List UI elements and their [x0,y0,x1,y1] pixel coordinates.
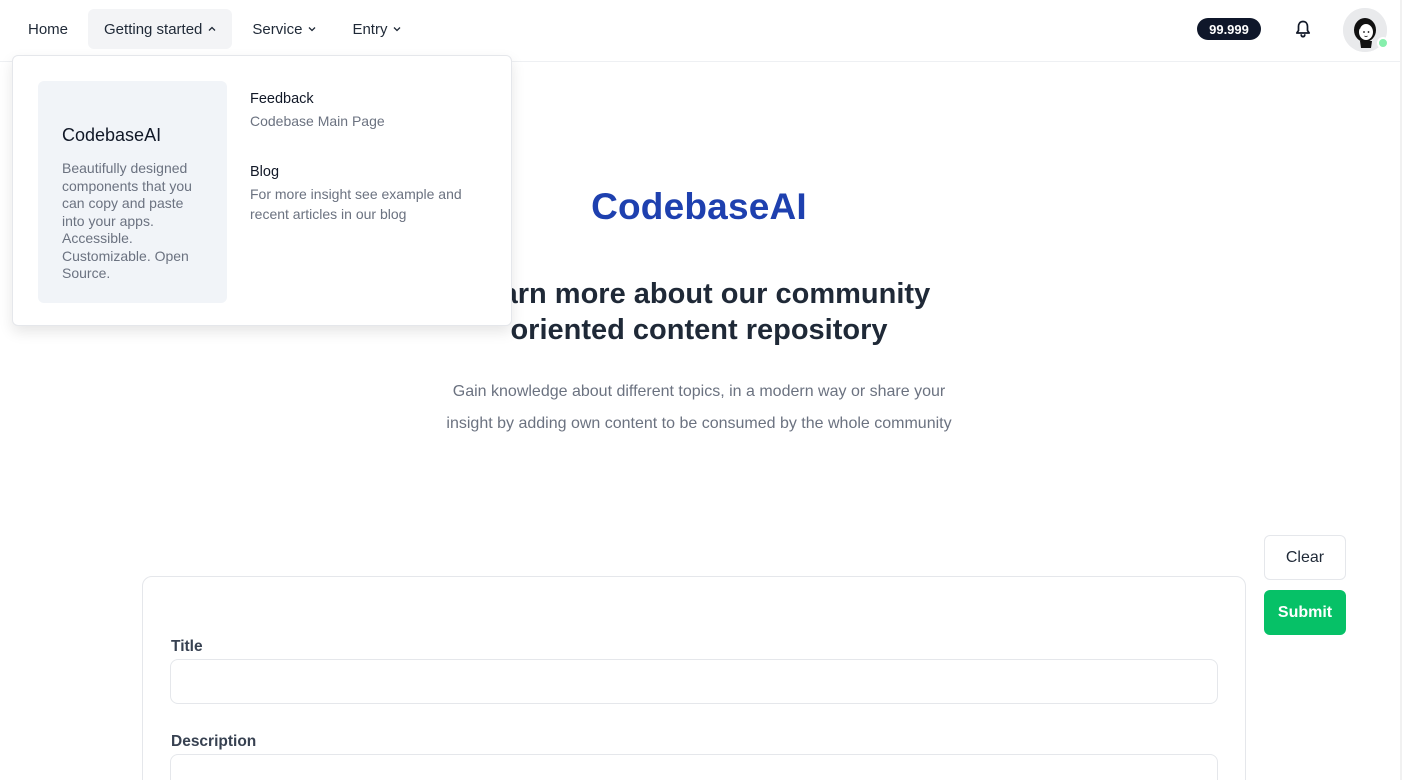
online-status-dot [1377,37,1389,49]
nav-getting-started-label: Getting started [104,20,203,38]
dropdown-link-description: For more insight see example and recent … [250,186,462,222]
dropdown-link-title: Feedback [250,91,314,107]
chevron-down-icon [393,25,401,33]
nav-service[interactable]: Service [236,9,332,49]
description-input[interactable] [170,754,1218,780]
title-input[interactable] [170,659,1218,704]
chevron-down-icon [308,25,316,33]
hero-subtitle: Gain knowledge about different topics, i… [0,376,1398,440]
dropdown-link-title: Blog [250,164,280,180]
content-form: Title Description [142,576,1246,780]
dropdown-feature-description: Beautifully designed components that you… [62,160,192,281]
points-badge: 99.999 [1197,18,1261,40]
hero-subtitle-line-1: Gain knowledge about different topics, i… [452,383,946,400]
getting-started-dropdown: CodebaseAI Beautifully designed componen… [12,55,512,326]
main-nav: Home Getting started Service Entry [12,9,417,49]
nav-home-label: Home [28,20,69,38]
nav-service-label: Service [252,20,303,38]
bell-icon[interactable] [1292,18,1314,40]
title-label: Title [171,638,203,655]
nav-getting-started[interactable]: Getting started [88,9,233,49]
dropdown-link-description: Codebase Main Page [250,113,385,129]
nav-home[interactable]: Home [12,9,84,49]
dropdown-feature-title: CodebaseAI [62,125,162,145]
dropdown-feature-card[interactable]: CodebaseAI Beautifully designed componen… [38,81,227,303]
dropdown-link-blog[interactable]: Blog For more insight see example and re… [250,163,490,224]
description-label: Description [171,733,257,750]
chevron-up-icon [208,25,216,33]
submit-button[interactable]: Submit [1264,590,1346,635]
nav-entry[interactable]: Entry [336,9,417,49]
hero-subtitle-line-2: insight by adding own content to be cons… [446,415,952,432]
clear-button[interactable]: Clear [1264,535,1346,580]
nav-entry-label: Entry [352,20,388,38]
dropdown-link-feedback[interactable]: Feedback Codebase Main Page [250,90,490,131]
top-navbar: Home Getting started Service Entry 99.99… [0,0,1402,62]
